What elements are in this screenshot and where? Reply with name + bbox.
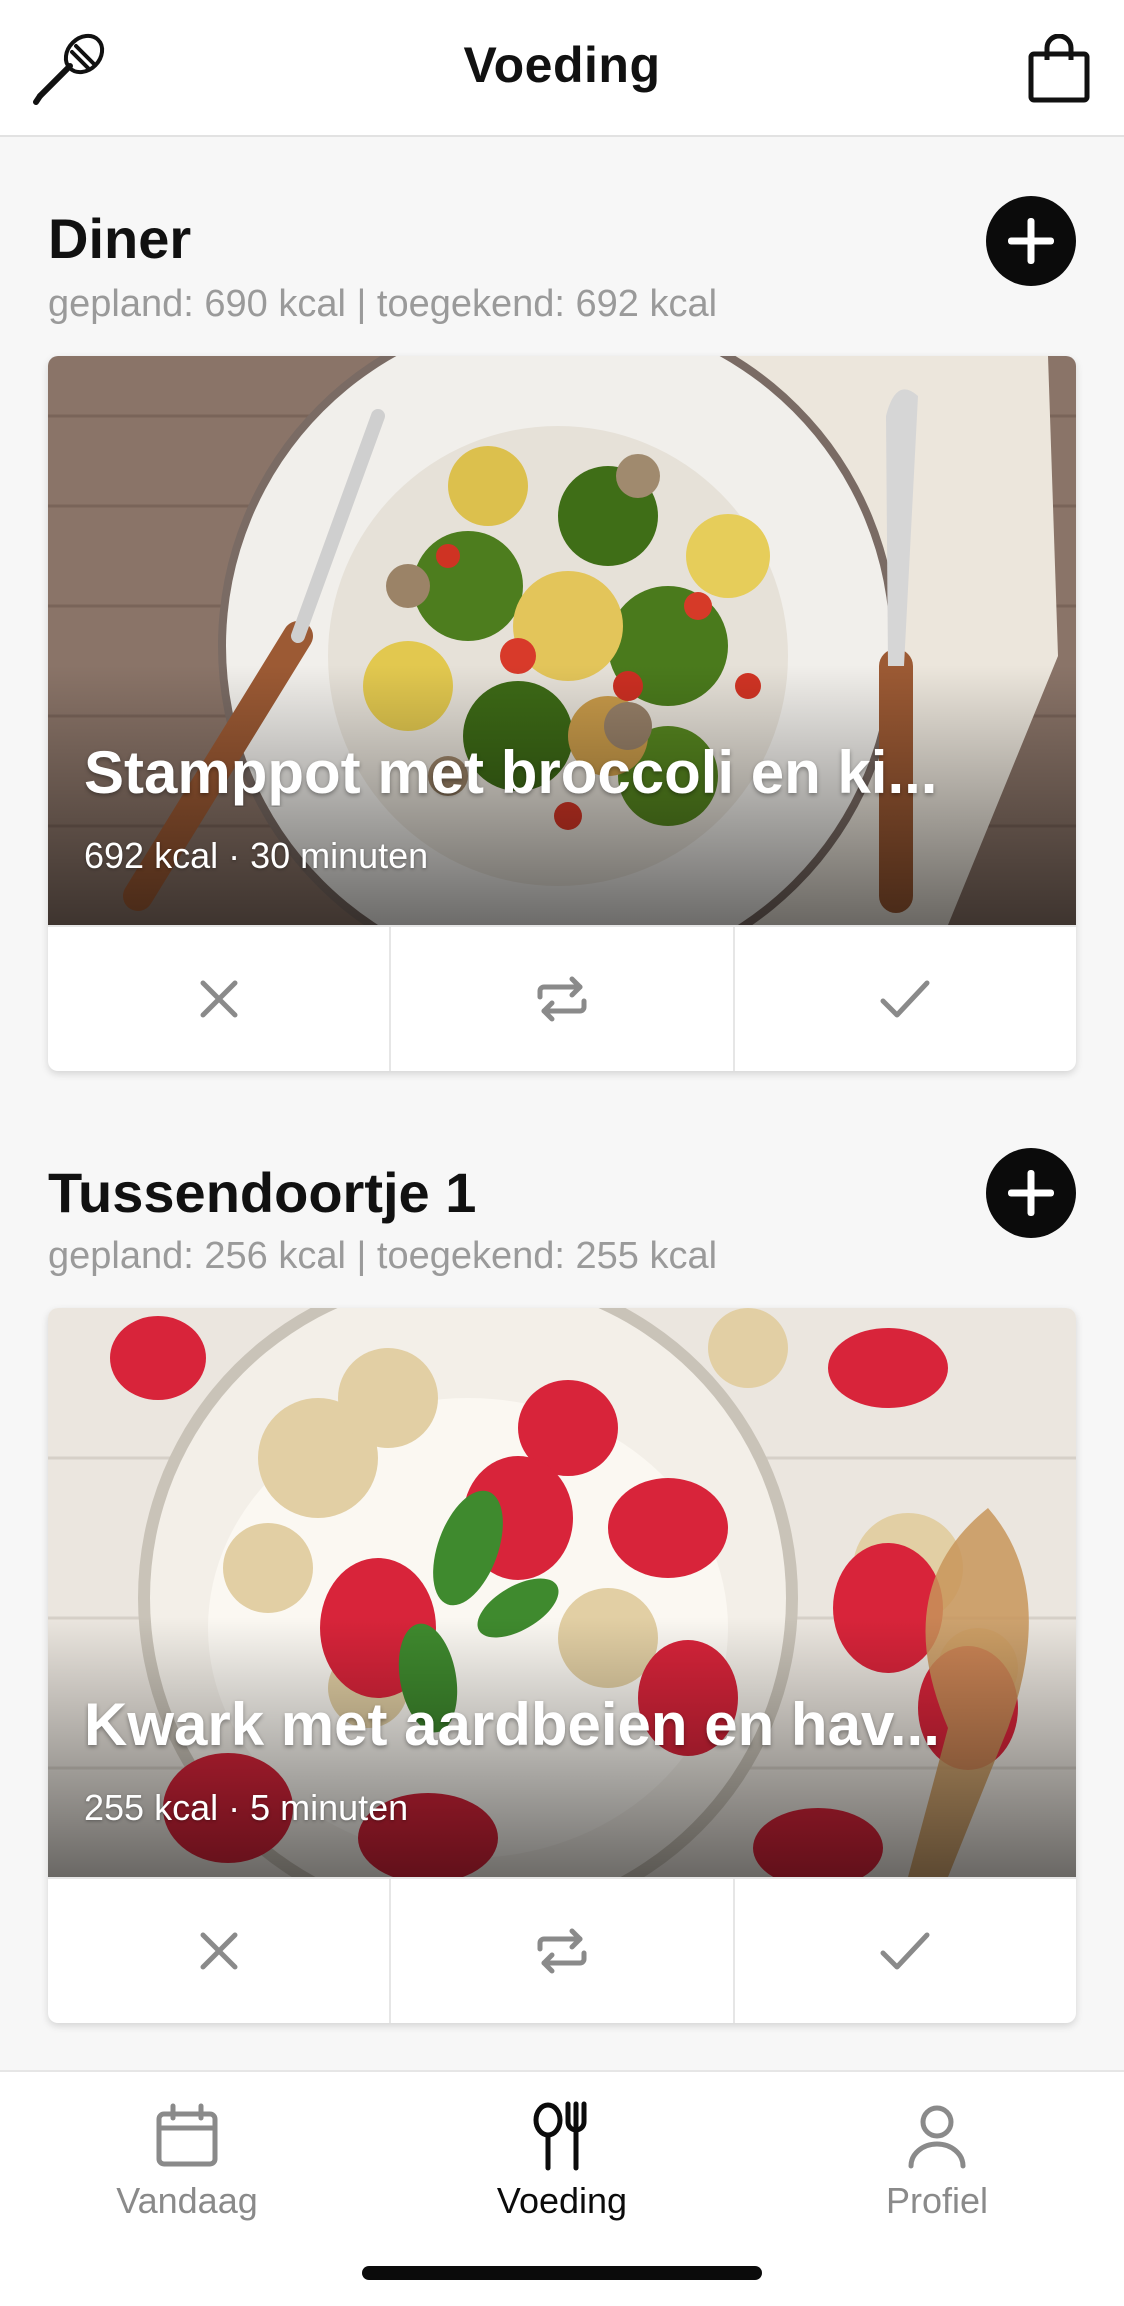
recipe-meta: 692 kcal · 30 minuten [84, 835, 429, 876]
recipe-card[interactable]: Kwark met aardbeien en hav... 255 kcal ·… [48, 1308, 1076, 2023]
swap-icon [537, 976, 587, 1022]
tab-vandaag[interactable]: Vandaag [47, 2100, 327, 2222]
meal-title-diner: Diner [48, 207, 192, 270]
tab-label: Profiel [885, 2180, 989, 2221]
close-icon [200, 1932, 238, 1970]
swap-icon [537, 1928, 587, 1974]
check-icon [880, 980, 930, 1018]
page-title: Voeding [463, 37, 661, 93]
reject-button[interactable] [48, 927, 392, 1071]
recipe-meta: 255 kcal · 5 minuten [84, 1787, 409, 1828]
recipe-actions [48, 1877, 1076, 2023]
cutlery-icon [533, 2101, 587, 2171]
recipe-actions [48, 925, 1076, 1071]
accept-button[interactable] [735, 927, 1076, 1071]
accept-button[interactable] [735, 1879, 1076, 2023]
meal-kcal-summary: gepland: 256 kcal | toegekend: 255 kcal [48, 1235, 718, 1277]
tab-profiel[interactable]: Profiel [797, 2100, 1077, 2222]
recipe-name: Stamppot met broccoli en ki... [84, 739, 938, 806]
recipe-image[interactable]: Stamppot met broccoli en ki... 692 kcal … [48, 356, 1076, 925]
tab-voeding[interactable]: Voeding [422, 2100, 702, 2222]
add-meal-button[interactable] [986, 196, 1076, 286]
person-icon [908, 2105, 966, 2169]
recipe-name: Kwark met aardbeien en hav... [84, 1691, 940, 1758]
recipe-card[interactable]: Stamppot met broccoli en ki... 692 kcal … [48, 356, 1076, 1071]
meal-title-snack: Tussendoortje 1 [48, 1161, 477, 1224]
recipe-image[interactable]: Kwark met aardbeien en hav... 255 kcal ·… [48, 1308, 1076, 1877]
reject-button[interactable] [48, 1879, 392, 2023]
top-app-bar: Voeding [0, 0, 1124, 137]
tab-label: Voeding [496, 2180, 628, 2221]
tab-label: Vandaag [116, 2180, 258, 2221]
swap-button[interactable] [391, 927, 735, 1071]
check-icon [880, 1932, 930, 1970]
shopping-bag-icon[interactable] [1026, 33, 1092, 104]
calendar-icon [156, 2103, 218, 2167]
home-indicator[interactable] [362, 2266, 762, 2280]
meal-kcal-summary: gepland: 690 kcal | toegekend: 692 kcal [48, 283, 718, 325]
swap-button[interactable] [391, 1879, 735, 2023]
add-meal-button[interactable] [986, 1148, 1076, 1238]
close-icon [200, 980, 238, 1018]
